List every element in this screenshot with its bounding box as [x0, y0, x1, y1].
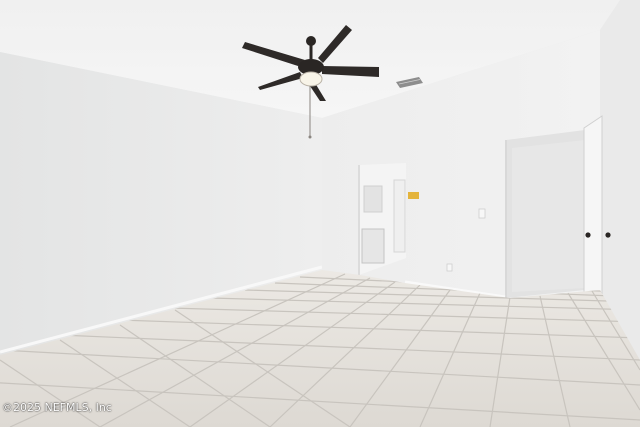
hallway-wall-sign — [408, 192, 419, 199]
wall-outlet — [446, 263, 453, 272]
door-knob-back — [605, 232, 611, 238]
hallway-cabinet — [361, 228, 385, 264]
light-switch — [478, 208, 486, 219]
copyright-watermark: ©2025 NEFMLS, Inc — [2, 401, 112, 414]
room-photo: ©2025 NEFMLS, Inc — [0, 0, 640, 427]
room-illustration — [0, 0, 640, 427]
closet-inner-wall — [512, 140, 585, 292]
hallway-door-panel — [393, 179, 406, 253]
fan-light — [299, 71, 323, 87]
door-knob — [585, 232, 591, 238]
hallway-mirror — [363, 185, 383, 213]
